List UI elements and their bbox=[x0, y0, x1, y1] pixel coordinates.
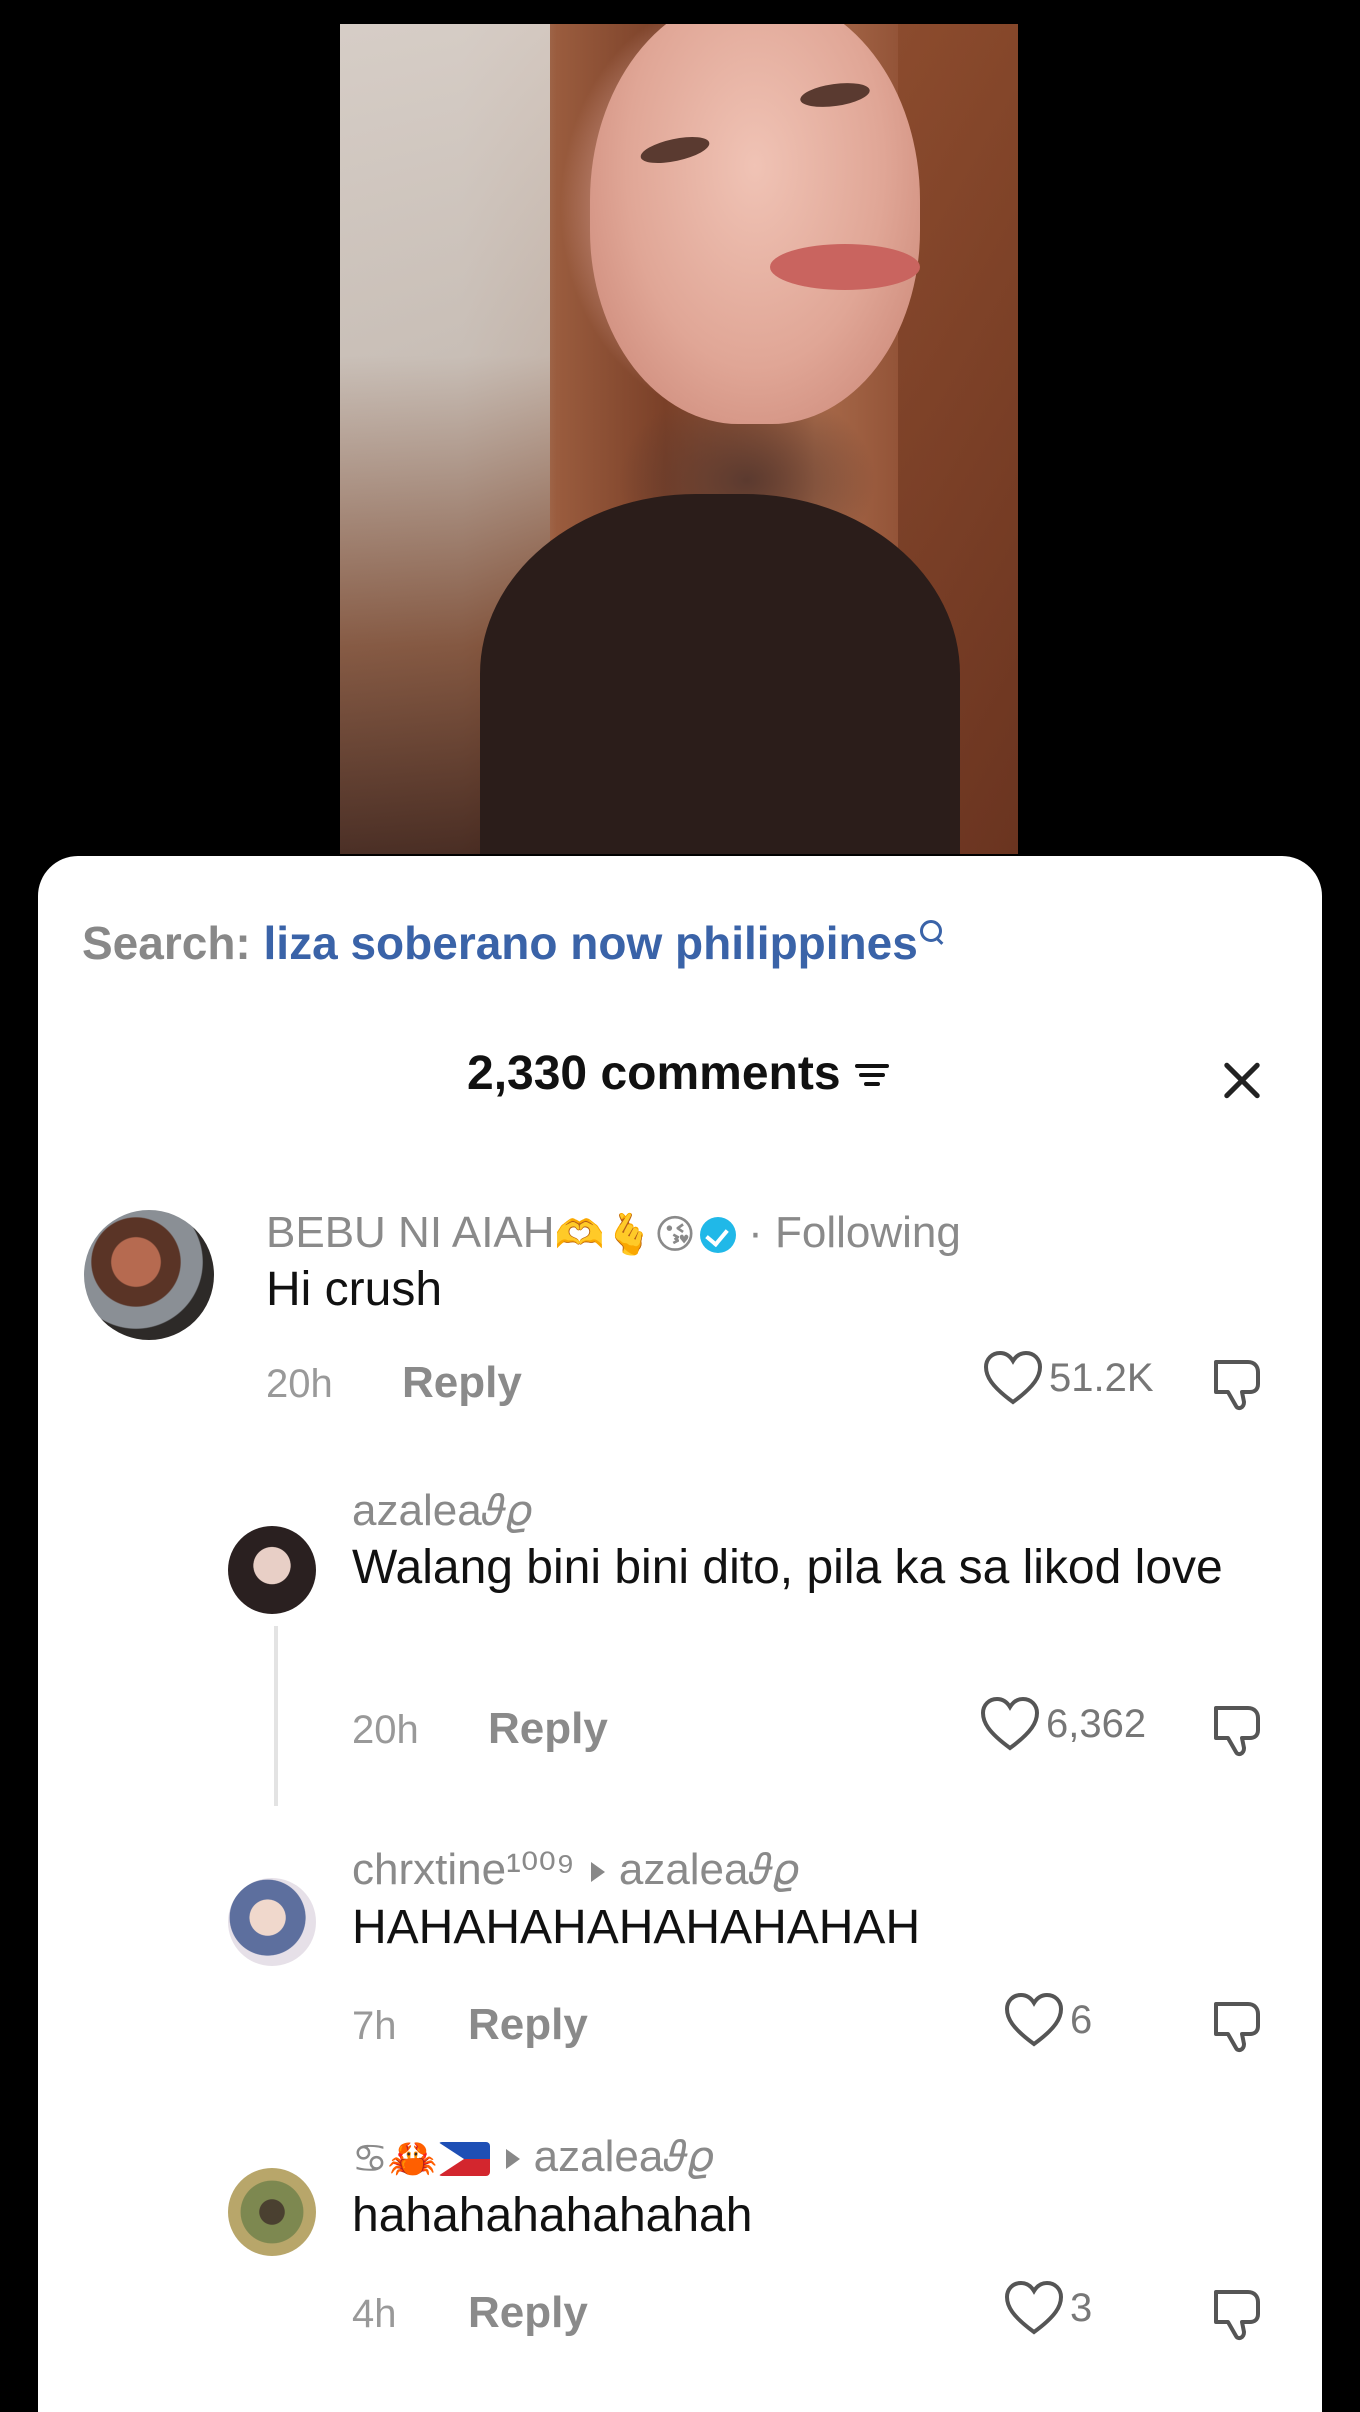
video-frame-part bbox=[770, 244, 920, 290]
comment-time: 20h bbox=[352, 1708, 419, 1752]
dislike-icon[interactable] bbox=[1208, 1354, 1268, 1414]
video-frame-part bbox=[480, 494, 960, 854]
like-button[interactable]: 51.2K bbox=[983, 1350, 1154, 1410]
finger-heart-emoji: 🫰 bbox=[604, 1212, 655, 1259]
username-text: chrxtine¹⁰⁰⁹ bbox=[352, 1845, 575, 1894]
like-button[interactable]: 6,362 bbox=[980, 1696, 1146, 1756]
comments-sheet: Search: liza soberano now philippines 2,… bbox=[38, 856, 1322, 2412]
comment-text: Walang bini bini dito, pila ka sa likod … bbox=[352, 1541, 1223, 1594]
comment-username[interactable]: BEBU NI AIAH🫶🫰😘 · Following bbox=[266, 1208, 961, 1258]
verified-icon bbox=[699, 1217, 736, 1254]
comments-header: 2,330 comments bbox=[38, 1046, 1322, 1116]
thread-line bbox=[274, 1626, 278, 1806]
username-text: BEBU NI AIAH bbox=[266, 1208, 555, 1257]
heart-icon bbox=[980, 1696, 1040, 1751]
like-button[interactable]: 3 bbox=[1004, 2280, 1092, 2340]
heart-icon bbox=[1004, 1992, 1064, 2047]
comment-username[interactable]: chrxtine¹⁰⁰⁹ azalea𝜗𝜚 bbox=[352, 1844, 798, 1895]
reply-to-username[interactable]: azalea𝜗𝜚 bbox=[619, 1845, 798, 1894]
filter-icon[interactable] bbox=[853, 1058, 893, 1090]
search-label: Search: bbox=[82, 917, 251, 969]
philippines-flag-icon bbox=[437, 2142, 490, 2177]
dislike-icon[interactable] bbox=[1208, 1700, 1268, 1760]
dislike-icon[interactable] bbox=[1208, 1996, 1268, 2056]
reply-arrow-icon bbox=[590, 1862, 605, 1883]
heart-icon bbox=[1004, 2280, 1064, 2335]
like-count: 6,362 bbox=[1046, 1701, 1147, 1746]
avatar[interactable] bbox=[228, 2168, 316, 2256]
comments-count-title: 2,330 comments bbox=[467, 1047, 841, 1100]
search-term[interactable]: liza soberano now philippines bbox=[264, 917, 918, 969]
reply-button[interactable]: Reply bbox=[402, 1358, 522, 1408]
like-button[interactable]: 6 bbox=[1004, 1992, 1092, 2052]
comment-username[interactable]: ♋🦀 azalea𝜗𝜚 bbox=[352, 2132, 713, 2182]
like-count: 3 bbox=[1070, 2285, 1093, 2330]
cancer-sign-emoji: ♋ bbox=[352, 2136, 388, 2183]
like-count: 51.2K bbox=[1049, 1355, 1154, 1400]
comment-time: 7h bbox=[352, 2004, 397, 2048]
reply-button[interactable]: Reply bbox=[468, 2288, 588, 2338]
avatar[interactable] bbox=[84, 1210, 214, 1340]
reply-button[interactable]: Reply bbox=[488, 1704, 608, 1754]
reply-button[interactable]: Reply bbox=[468, 2000, 588, 2050]
search-suggestion[interactable]: Search: liza soberano now philippines bbox=[82, 916, 946, 970]
comment-username[interactable]: azalea𝜗𝜚 bbox=[352, 1486, 531, 1536]
heart-hands-emoji: 🫶 bbox=[554, 1212, 605, 1259]
dislike-icon[interactable] bbox=[1208, 2284, 1268, 2344]
search-icon bbox=[918, 918, 946, 946]
video-frame-part bbox=[590, 24, 920, 424]
comment-time: 20h bbox=[266, 1362, 333, 1406]
reply-arrow-icon bbox=[505, 2149, 520, 2170]
reply-to-username[interactable]: azalea𝜗𝜚 bbox=[534, 2132, 713, 2181]
following-label: · Following bbox=[748, 1208, 961, 1257]
video-player[interactable] bbox=[340, 24, 1018, 854]
heart-icon bbox=[983, 1350, 1043, 1405]
crab-emoji: 🦀 bbox=[387, 2136, 438, 2183]
comment-text: HAHAHAHAHAHAHAHAH bbox=[352, 1901, 921, 1954]
avatar[interactable] bbox=[228, 1878, 316, 1966]
comment-time: 4h bbox=[352, 2292, 397, 2336]
close-icon[interactable] bbox=[1212, 1050, 1272, 1110]
avatar[interactable] bbox=[228, 1526, 316, 1614]
like-count: 6 bbox=[1070, 1997, 1093, 2042]
comment-text: Hi crush bbox=[266, 1263, 443, 1316]
comment-text: hahahahahahahah bbox=[352, 2189, 753, 2242]
kiss-emoji: 😘 bbox=[654, 1212, 696, 1259]
